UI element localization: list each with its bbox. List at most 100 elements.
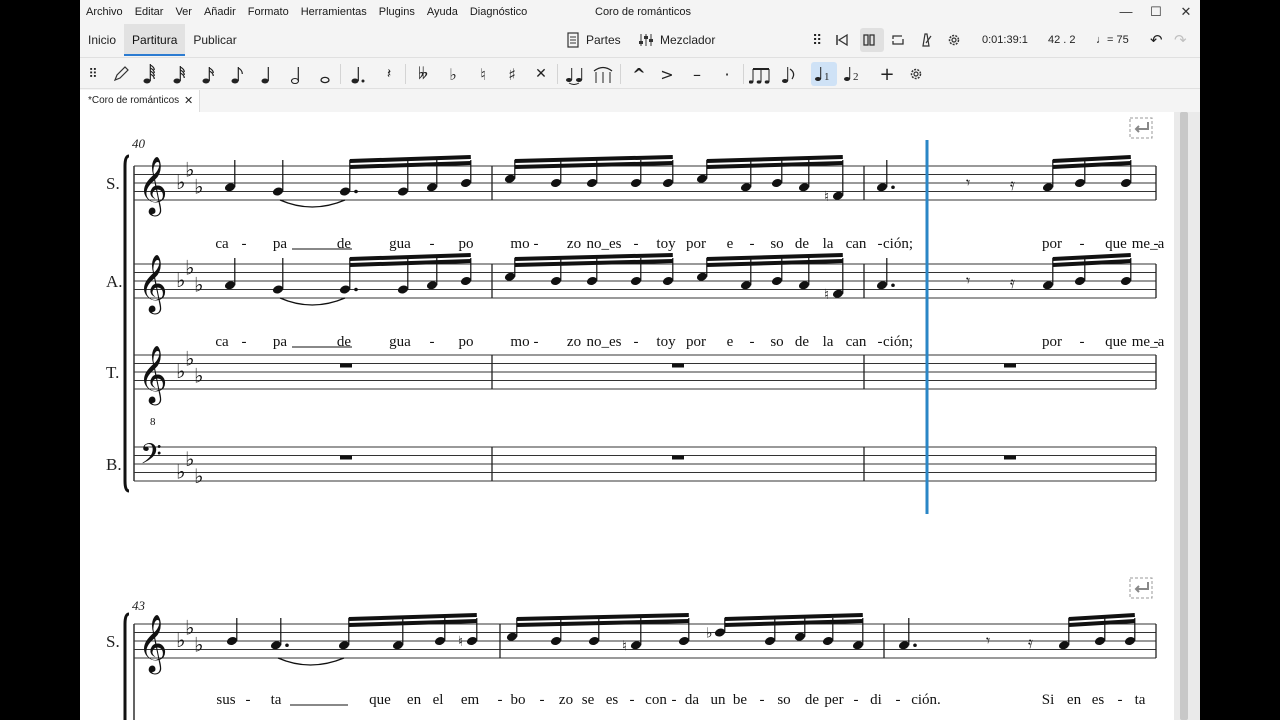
- score-canvas[interactable]: 40 S. 𝄞 ♭ ♭ ♭ A. 𝄞 ♭ ♭ ♭ T. 𝄞 8 ♭ ♭ ♭ B. 𝄢 ♭ ♭ ♭ ♮ 𝄾 𝄿 ca - pa de gu…: [80, 112, 1174, 720]
- measure-number: 40: [132, 136, 146, 151]
- lyric-syllable: de: [337, 334, 352, 350]
- voice-2-button[interactable]: 2: [840, 58, 866, 90]
- maximize-icon[interactable]: ☐: [1140, 0, 1172, 24]
- rewind-icon: [836, 33, 848, 47]
- accidental: ♮: [824, 189, 829, 205]
- redo-button[interactable]: ↷: [1174, 24, 1187, 56]
- tie-button[interactable]: [562, 58, 588, 90]
- undo-button[interactable]: ↶: [1150, 24, 1163, 56]
- tenuto-button[interactable]: –: [684, 58, 710, 90]
- melody-voice: ♮𝄾 𝄿ca - pa de gua - po mo - zo no_es - toy por e - so de l…: [215, 155, 1165, 252]
- flat-button[interactable]: ♭: [440, 58, 466, 90]
- menu-ver[interactable]: Ver: [169, 0, 198, 24]
- flip-direction-button[interactable]: [776, 58, 802, 90]
- lyric-syllable: pa: [273, 236, 288, 252]
- sharp-icon: ♯: [508, 64, 516, 84]
- staff-label: T.: [106, 363, 119, 382]
- close-window-icon[interactable]: ✕: [1170, 0, 1200, 24]
- flat-icon: ♭: [449, 64, 457, 84]
- lyric-syllable: zo: [567, 334, 581, 350]
- voice-1-button[interactable]: 1: [811, 62, 837, 86]
- system-break-icon[interactable]: [1129, 117, 1153, 139]
- pause-icon: [863, 34, 875, 46]
- double-sharp-button[interactable]: ✕: [528, 58, 554, 90]
- lyric-syllable: un: [711, 692, 727, 708]
- key-signature-flat: ♭: [194, 632, 203, 656]
- lyric-syllable: -: [242, 236, 247, 252]
- score-svg: 40 S. 𝄞 ♭♭♭A. 𝄞 ♭♭♭T. 𝄞8♭♭♭B. 𝄢 ♭♭♭♮𝄾 𝄿ca - pa de gu…: [106, 117, 1165, 720]
- parts-button[interactable]: Partes: [566, 24, 621, 56]
- natural-button[interactable]: ♮: [470, 58, 496, 90]
- tab-partitura[interactable]: Partitura: [124, 24, 186, 56]
- menu-diagnostico[interactable]: Diagnóstico: [464, 0, 533, 24]
- duration-half-button[interactable]: [284, 58, 310, 90]
- play-pause-button[interactable]: [860, 28, 884, 52]
- menu-ayuda[interactable]: Ayuda: [421, 0, 464, 24]
- duration-eighth-button[interactable]: [224, 58, 250, 90]
- note-input-pen-button[interactable]: [108, 58, 134, 90]
- beam: [514, 155, 673, 163]
- gear-icon: [910, 68, 922, 80]
- augmentation-dot-button[interactable]: [346, 58, 372, 90]
- voice-2-icon: 2: [844, 67, 859, 83]
- beam: [1052, 253, 1131, 261]
- close-tab-icon[interactable]: ✕: [184, 90, 193, 112]
- svg-text:1: 1: [824, 71, 830, 83]
- customize-toolbar-button[interactable]: [903, 58, 929, 90]
- staff-t: T. 𝄞8♭♭♭: [106, 345, 1157, 428]
- lyric-syllable: sus: [216, 692, 235, 708]
- duration-quarter-button[interactable]: [254, 58, 280, 90]
- accent-button[interactable]: >: [654, 58, 680, 90]
- slur-button[interactable]: [590, 58, 616, 90]
- lyric-syllable: de: [337, 236, 352, 252]
- menu-formato[interactable]: Formato: [242, 0, 295, 24]
- menu-anadir[interactable]: Añadir: [198, 0, 242, 24]
- drag-handle-icon[interactable]: ⠿: [812, 24, 822, 56]
- duration-whole-button[interactable]: [312, 58, 338, 90]
- system-2: 43 S. 𝄞 ♭♭♭ ♮ ♮♭ 𝄾 𝄿sus - ta que en el em - bo - zo se es -…: [106, 598, 1157, 720]
- lyric-syllable: ca: [215, 236, 229, 252]
- scrollbar-thumb[interactable]: [1180, 112, 1188, 720]
- tenuto-icon: –: [693, 64, 701, 84]
- tab-publicar[interactable]: Publicar: [185, 24, 244, 56]
- double-flat-button[interactable]: 𝄫: [410, 58, 436, 90]
- metronome-button[interactable]: [918, 24, 940, 56]
- mixer-label: Mezclador: [660, 33, 716, 47]
- menu-archivo[interactable]: Archivo: [80, 0, 129, 24]
- tuplet-button[interactable]: [748, 58, 774, 90]
- eighth-rest: 𝄾: [986, 631, 990, 650]
- menu-herramientas[interactable]: Herramientas: [295, 0, 373, 24]
- minimize-icon[interactable]: —: [1110, 0, 1142, 24]
- rest-button[interactable]: 𝄽: [376, 58, 402, 90]
- marcato-button[interactable]: ^: [626, 58, 652, 90]
- duration-64th-button[interactable]: [136, 58, 162, 90]
- loop-button[interactable]: [890, 24, 912, 56]
- lyric-syllable: -: [878, 236, 883, 252]
- undo-icon: ↶: [1150, 32, 1163, 49]
- melody-voice: ♮𝄾 𝄿ca - pa de gua - po mo - zo no_es - toy por e - so de l…: [215, 253, 1165, 350]
- duration-32nd-button[interactable]: [166, 58, 192, 90]
- system-break-icon[interactable]: [1129, 577, 1153, 599]
- lyric-syllable: de: [795, 236, 810, 252]
- playback-settings-button[interactable]: [946, 24, 968, 56]
- mixer-button[interactable]: Mezclador: [638, 24, 715, 56]
- rewind-button[interactable]: [834, 24, 856, 56]
- staccato-button[interactable]: ·: [714, 58, 740, 90]
- menu-plugins[interactable]: Plugins: [373, 0, 421, 24]
- toolbar-drag-handle-icon[interactable]: ⠿: [80, 58, 106, 90]
- separator: [557, 64, 558, 84]
- lyric-syllable: be: [733, 692, 748, 708]
- augmentation-dot: [285, 643, 289, 648]
- menu-editar[interactable]: Editar: [129, 0, 170, 24]
- document-tab[interactable]: *Coro de románticos ✕: [80, 90, 200, 112]
- duration-16th-button[interactable]: [195, 58, 221, 90]
- separator: [743, 64, 744, 84]
- key-signature-flat: ♭: [194, 363, 203, 387]
- lyric-syllable: po: [459, 334, 474, 350]
- metronome-icon: [922, 33, 932, 47]
- tab-inicio[interactable]: Inicio: [80, 24, 124, 56]
- playback-position: 42 . 2: [1048, 34, 1076, 46]
- lyric-syllable: e: [727, 236, 734, 252]
- sharp-button[interactable]: ♯: [499, 58, 525, 90]
- add-button[interactable]: +: [874, 58, 900, 90]
